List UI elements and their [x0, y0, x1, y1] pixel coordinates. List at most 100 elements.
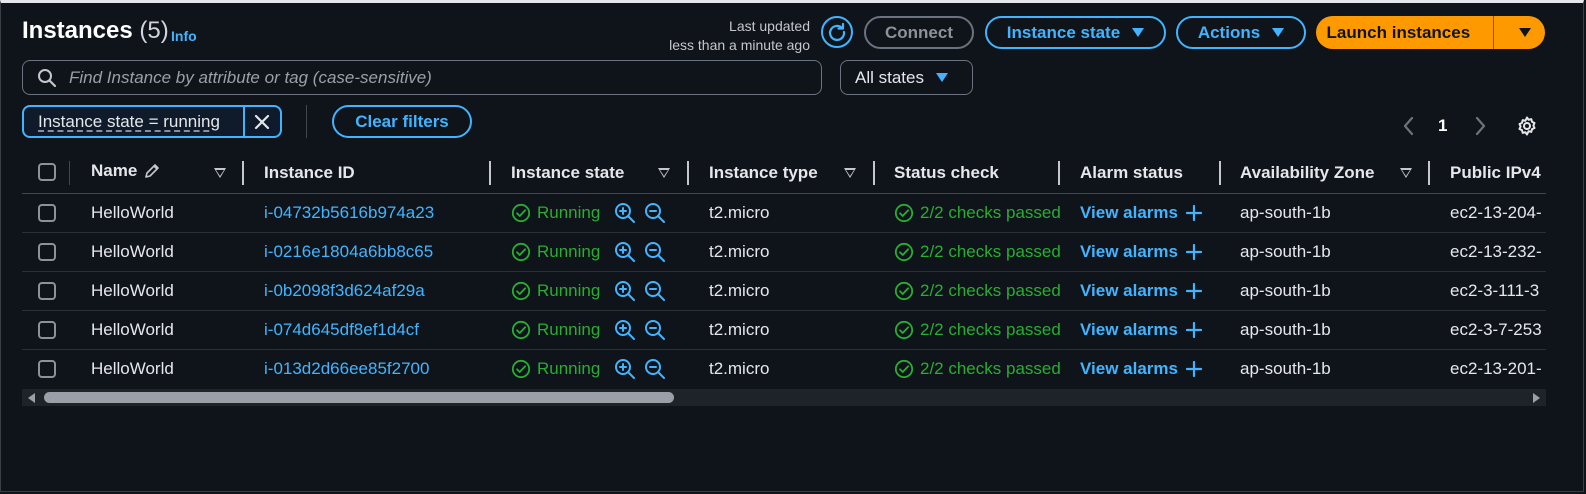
row-checkbox[interactable] [38, 360, 56, 378]
column-header-instance-id[interactable]: Instance ID [264, 163, 355, 183]
search-box[interactable] [22, 60, 822, 95]
plus-icon[interactable] [1185, 283, 1202, 299]
zoom-in-icon[interactable] [614, 280, 636, 302]
column-header-instance-state[interactable]: Instance state [511, 163, 624, 183]
instance-name: HelloWorld [91, 320, 174, 339]
column-divider[interactable] [1058, 161, 1060, 185]
column-divider[interactable] [873, 161, 875, 185]
check-circle-icon [894, 359, 914, 379]
zoom-out-icon[interactable] [644, 202, 666, 224]
column-header-name[interactable]: Name [91, 161, 161, 181]
instance-state: Running [511, 281, 600, 301]
zoom-in-icon[interactable] [614, 358, 636, 380]
zoom-out-icon[interactable] [644, 319, 666, 341]
current-page[interactable]: 1 [1438, 116, 1447, 136]
status-check: 2/2 checks passed [894, 281, 1060, 301]
refresh-button[interactable] [821, 16, 853, 48]
sort-icon[interactable] [658, 168, 670, 178]
plus-icon[interactable] [1185, 244, 1202, 260]
zoom-out-icon[interactable] [644, 280, 666, 302]
table-row[interactable]: HelloWorld i-0216e1804a6bb8c65 Running t… [22, 233, 1546, 272]
instance-id-link[interactable]: i-074d645df8ef1d4cf [264, 320, 419, 340]
check-circle-icon [511, 320, 531, 340]
page-title: Instances (5) [22, 17, 169, 44]
clear-filters-button[interactable]: Clear filters [332, 105, 472, 138]
zoom-out-icon[interactable] [644, 241, 666, 263]
column-divider[interactable] [1428, 161, 1430, 185]
zoom-out-icon[interactable] [644, 358, 666, 380]
search-input[interactable] [67, 66, 811, 89]
table-row[interactable]: HelloWorld i-013d2d66ee85f2700 Running t… [22, 350, 1546, 389]
column-divider[interactable] [242, 161, 244, 185]
check-circle-icon [511, 203, 531, 223]
instance-type: t2.micro [709, 359, 770, 378]
view-alarms-link[interactable]: View alarms [1080, 242, 1202, 262]
zoom-in-icon[interactable] [614, 319, 636, 341]
plus-icon[interactable] [1185, 361, 1202, 377]
table-row[interactable]: HelloWorld i-074d645df8ef1d4cf Running t… [22, 311, 1546, 350]
view-alarms-link[interactable]: View alarms [1080, 281, 1202, 301]
column-divider[interactable] [489, 161, 491, 185]
check-circle-icon [894, 320, 914, 340]
view-alarms-link[interactable]: View alarms [1080, 359, 1202, 379]
instance-type: t2.micro [709, 242, 770, 261]
check-circle-icon [511, 242, 531, 262]
filter-token[interactable]: Instance state = running [22, 105, 282, 138]
caret-down-icon [1132, 28, 1145, 37]
sort-icon[interactable] [1400, 168, 1412, 178]
zoom-in-icon[interactable] [614, 241, 636, 263]
instance-type: t2.micro [709, 320, 770, 339]
preferences-button[interactable] [1516, 115, 1538, 142]
instance-id-link[interactable]: i-0216e1804a6bb8c65 [264, 242, 433, 262]
next-page-button[interactable] [1471, 115, 1489, 142]
remove-filter-button[interactable] [242, 107, 280, 136]
status-check: 2/2 checks passed [894, 203, 1060, 223]
table-row[interactable]: HelloWorld i-04732b5616b974a23 Running t… [22, 194, 1546, 233]
row-checkbox[interactable] [38, 243, 56, 261]
availability-zone: ap-south-1b [1240, 359, 1331, 378]
select-all-checkbox[interactable] [38, 163, 56, 181]
sort-icon[interactable] [214, 168, 226, 178]
launch-instances-button[interactable]: Launch instances [1316, 16, 1545, 49]
previous-page-button[interactable] [1400, 115, 1418, 142]
view-alarms-link[interactable]: View alarms [1080, 320, 1202, 340]
instance-id-link[interactable]: i-013d2d66ee85f2700 [264, 359, 429, 379]
check-circle-icon [511, 281, 531, 301]
instance-id-link[interactable]: i-04732b5616b974a23 [264, 203, 434, 223]
row-checkbox[interactable] [38, 282, 56, 300]
column-header-availability-zone[interactable]: Availability Zone [1240, 163, 1374, 183]
caret-down-icon [1519, 28, 1532, 37]
plus-icon[interactable] [1185, 322, 1202, 338]
launch-options-dropdown[interactable] [1506, 28, 1545, 37]
instance-name: HelloWorld [91, 281, 174, 300]
instance-id-link[interactable]: i-0b2098f3d624af29a [264, 281, 425, 301]
states-select[interactable]: All states [840, 60, 973, 95]
column-divider[interactable] [1219, 161, 1221, 185]
edit-icon [145, 164, 160, 178]
instance-state-dropdown[interactable]: Instance state [985, 16, 1166, 49]
column-header-instance-type[interactable]: Instance type [709, 163, 818, 183]
availability-zone: ap-south-1b [1240, 320, 1331, 339]
column-divider[interactable] [687, 161, 689, 185]
column-header-alarm-status[interactable]: Alarm status [1080, 163, 1183, 183]
actions-dropdown[interactable]: Actions [1176, 16, 1306, 49]
scrollbar-thumb[interactable] [44, 392, 674, 403]
scroll-left-arrow[interactable] [28, 393, 35, 403]
table-row[interactable]: HelloWorld i-0b2098f3d624af29a Running t… [22, 272, 1546, 311]
column-header-public-ipv4[interactable]: Public IPv4 [1450, 163, 1541, 183]
row-checkbox[interactable] [38, 321, 56, 339]
availability-zone: ap-south-1b [1240, 203, 1331, 222]
sort-icon[interactable] [844, 168, 856, 178]
connect-button[interactable]: Connect [864, 16, 974, 49]
plus-icon[interactable] [1185, 205, 1202, 221]
zoom-in-icon[interactable] [614, 202, 636, 224]
scroll-right-arrow[interactable] [1533, 393, 1540, 403]
info-link[interactable]: Info [171, 28, 197, 44]
view-alarms-link[interactable]: View alarms [1080, 203, 1202, 223]
instance-state: Running [511, 242, 600, 262]
filter-token-label[interactable]: Instance state = running [24, 112, 243, 132]
row-checkbox[interactable] [38, 204, 56, 222]
horizontal-scrollbar[interactable] [22, 389, 1546, 406]
column-header-status-check[interactable]: Status check [894, 163, 999, 183]
last-updated-text: Last updated less than a minute ago [669, 18, 810, 53]
